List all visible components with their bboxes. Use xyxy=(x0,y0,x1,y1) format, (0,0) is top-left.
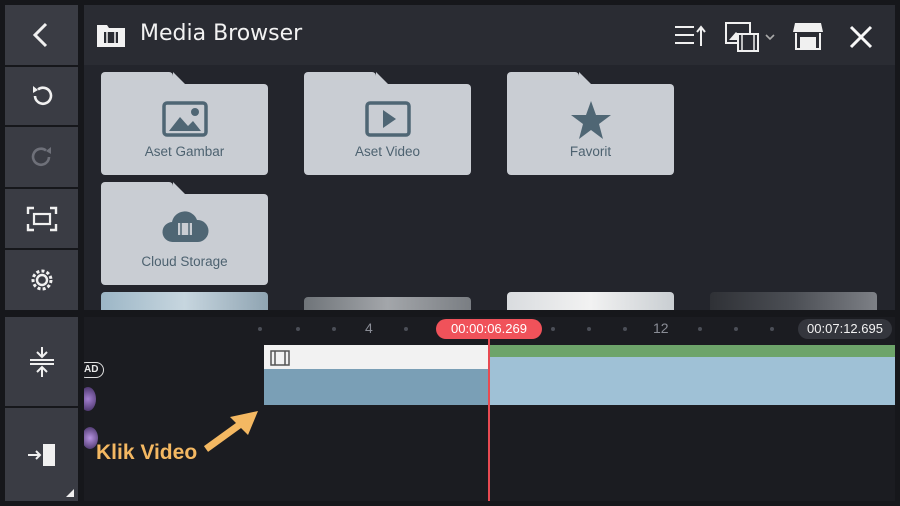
sort-icon[interactable] xyxy=(674,24,706,48)
ruler-tick: 4 xyxy=(365,320,373,336)
media-folder-grid: Aset Gambar Aset Video Favorit Cloud Sto… xyxy=(84,65,895,310)
clip-badge: AD xyxy=(84,362,105,378)
image-icon xyxy=(161,101,208,137)
gear-icon xyxy=(31,269,52,291)
playhead-time: 00:00:06.269 xyxy=(436,319,542,339)
folder-aset-gambar[interactable]: Aset Gambar xyxy=(101,72,268,175)
play-icon xyxy=(364,101,411,137)
undo-icon xyxy=(32,86,52,105)
media-folder-preview[interactable] xyxy=(101,292,268,310)
folder-aset-video[interactable]: Aset Video xyxy=(304,72,471,175)
annotation-arrow-icon xyxy=(203,411,258,452)
clip-thumbnail xyxy=(600,345,712,405)
import-icon xyxy=(27,443,55,466)
redo-icon xyxy=(31,147,51,166)
media-folder-icon xyxy=(97,25,125,47)
page-title: Media Browser xyxy=(140,21,303,46)
clip-thumbnail xyxy=(376,345,488,405)
import-layer-button[interactable] xyxy=(5,408,78,501)
redo-button[interactable] xyxy=(5,127,78,187)
folder-label: Aset Video xyxy=(354,144,421,159)
expand-vertical-icon xyxy=(29,346,54,377)
store-icon[interactable] xyxy=(792,21,824,51)
time-ruler[interactable]: 4 12 00:00:06.269 00:07:12.695 xyxy=(84,317,895,341)
folder-label: Cloud Storage xyxy=(141,254,228,269)
fit-screen-button[interactable] xyxy=(5,189,78,248)
media-folder-preview[interactable] xyxy=(304,297,471,310)
total-duration: 00:07:12.695 xyxy=(798,319,892,339)
folder-label: Aset Gambar xyxy=(144,144,225,159)
star-icon xyxy=(570,101,611,139)
video-clip[interactable] xyxy=(264,345,895,405)
folder-label: Favorit xyxy=(569,144,612,159)
folder-cloud-storage[interactable]: Cloud Storage xyxy=(101,182,268,285)
annotation-label: Klik Video xyxy=(96,441,198,464)
clip-thumbnail xyxy=(824,345,895,405)
clip-thumbnail xyxy=(712,345,824,405)
corner-indicator-icon xyxy=(66,489,74,497)
fullscreen-icon xyxy=(26,206,57,231)
clip-thumbnail xyxy=(488,345,600,405)
timeline[interactable]: 4 12 00:00:06.269 00:07:12.695 AD xyxy=(84,317,895,501)
cloud-film-icon xyxy=(161,211,209,243)
header: Media Browser xyxy=(84,5,895,65)
undo-button[interactable] xyxy=(5,67,78,125)
track-height-button[interactable] xyxy=(5,317,78,406)
folder-favorit[interactable]: Favorit xyxy=(507,72,674,175)
media-filter-icon[interactable] xyxy=(724,20,778,54)
back-button[interactable] xyxy=(5,5,78,65)
sticker-layer[interactable] xyxy=(84,387,96,411)
ruler-tick: 12 xyxy=(653,320,669,336)
settings-button[interactable] xyxy=(5,250,78,310)
media-folder-preview[interactable] xyxy=(507,292,674,310)
chevron-left-icon xyxy=(32,22,47,48)
film-icon xyxy=(270,350,290,366)
close-icon[interactable] xyxy=(848,24,874,50)
media-folder-preview[interactable] xyxy=(710,292,877,310)
playhead[interactable] xyxy=(488,339,490,501)
